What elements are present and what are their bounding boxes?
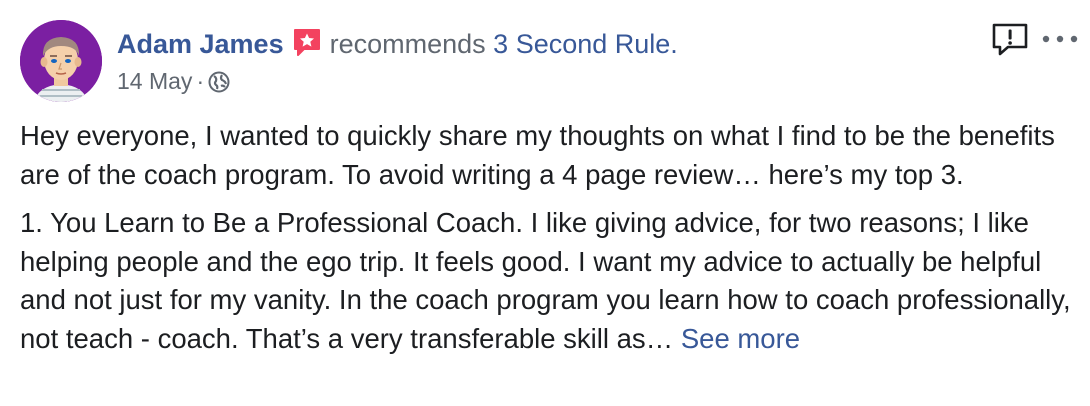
post-body: Hey everyone, I wanted to quickly share …: [20, 117, 1072, 368]
recommend-star-icon: [292, 27, 322, 57]
globe-icon[interactable]: [208, 70, 230, 93]
action-text: recommends: [329, 29, 486, 59]
avatar-image: [20, 20, 102, 102]
author-name-link[interactable]: Adam James: [117, 29, 284, 59]
post-date-link[interactable]: 14 May: [117, 68, 192, 94]
post-paragraph-2: 1. You Learn to Be a Professional Coach.…: [20, 204, 1072, 358]
author-avatar[interactable]: [20, 20, 102, 102]
post-meta: 14 May ·: [117, 66, 230, 96]
see-more-link[interactable]: See more: [681, 323, 800, 354]
recommendation-post: Adam James recommends 3 Second Rule. 14 …: [0, 0, 1090, 406]
report-icon[interactable]: [990, 21, 1030, 59]
more-options-icon[interactable]: [1040, 26, 1080, 52]
post-paragraph-2-text: 1. You Learn to Be a Professional Coach.…: [20, 207, 1071, 354]
post-paragraph-1: Hey everyone, I wanted to quickly share …: [20, 120, 1055, 190]
meta-separator: ·: [196, 68, 205, 94]
recommended-page-link[interactable]: 3 Second Rule.: [493, 29, 678, 59]
post-header: Adam James recommends 3 Second Rule.: [117, 26, 678, 62]
